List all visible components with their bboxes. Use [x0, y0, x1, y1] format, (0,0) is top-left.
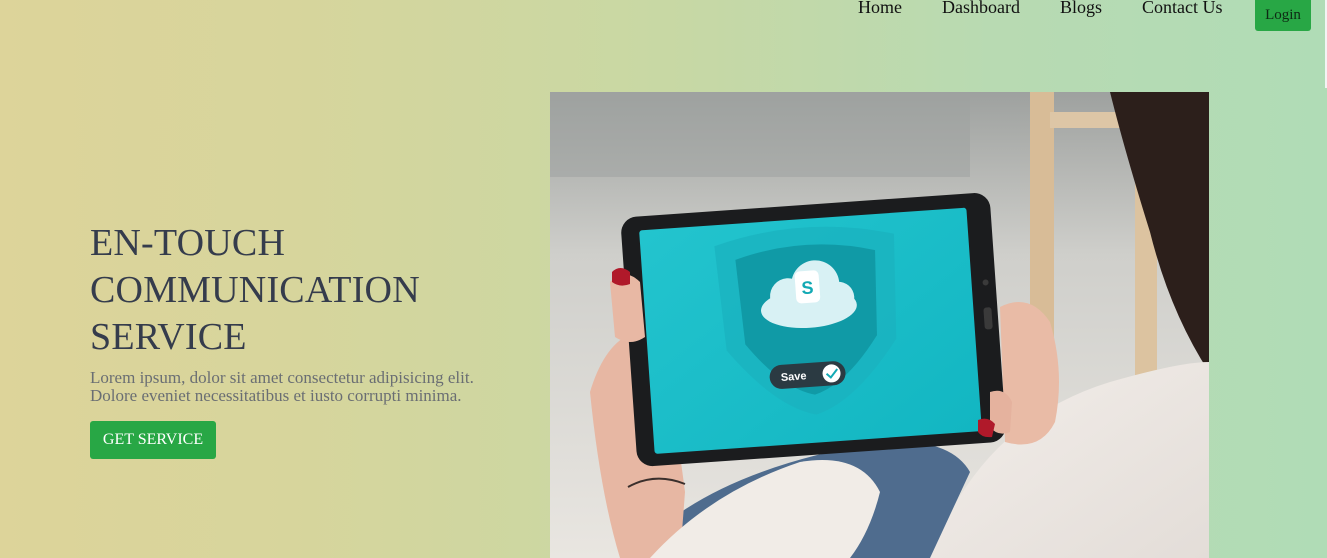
- login-button[interactable]: Login: [1255, 0, 1311, 31]
- hero-description-line-1: Lorem ipsum, dolor sit amet consectetur …: [90, 368, 474, 387]
- app-logo-letter: S: [801, 277, 814, 298]
- hero-title-line-3: SERVICE: [90, 316, 247, 358]
- hero-description: Lorem ipsum, dolor sit amet consectetur …: [90, 369, 510, 405]
- nav-link-blogs[interactable]: Blogs: [1060, 0, 1102, 17]
- hero-title-line-2: COMMUNICATION: [90, 269, 420, 311]
- hero-title-line-1: EN-TOUCH: [90, 222, 286, 264]
- nav-link-contact-us[interactable]: Contact Us: [1142, 0, 1223, 17]
- nav-link-dashboard[interactable]: Dashboard: [942, 0, 1020, 17]
- hero-description-line-2: Dolore eveniet necessitatibus et iusto c…: [90, 386, 462, 405]
- hero-text-section: EN-TOUCH COMMUNICATION SERVICE Lorem ips…: [90, 220, 520, 459]
- save-label: Save: [780, 370, 806, 384]
- get-service-button[interactable]: GET SERVICE: [90, 421, 216, 459]
- hero-title: EN-TOUCH COMMUNICATION SERVICE: [90, 220, 520, 361]
- top-navigation: Home Dashboard Blogs Contact Us Login: [0, 0, 1327, 40]
- hero-image-tablet-vpn: S Save: [550, 92, 1209, 558]
- nav-link-home[interactable]: Home: [858, 0, 902, 17]
- hero-illustration: S Save: [550, 92, 1209, 558]
